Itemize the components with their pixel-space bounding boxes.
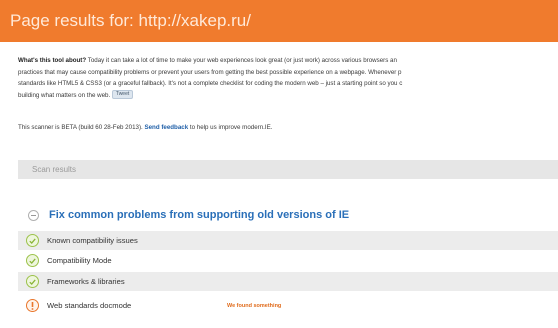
result-label: Web standards docmode: [47, 301, 132, 310]
intro-line-4-text: building what matters on the web.: [18, 91, 111, 99]
check-circle-icon: [26, 254, 39, 267]
intro-text: What's this tool about? Today it can tak…: [18, 55, 558, 101]
tweet-button[interactable]: Tweet: [111, 90, 134, 100]
check-circle-icon: [26, 234, 39, 247]
result-label: Frameworks & libraries: [47, 277, 125, 286]
beta-notice: This scanner is BETA (build 60 28-Feb 20…: [18, 123, 558, 133]
scan-results-bar[interactable]: Scan results: [18, 160, 558, 179]
beta-prefix: This scanner is BETA (build 60 28-Feb 20…: [18, 124, 143, 131]
collapse-icon[interactable]: [28, 209, 39, 221]
intro-line-4: building what matters on the web. Tweet: [18, 90, 558, 102]
send-feedback-link[interactable]: Send feedback: [144, 124, 188, 131]
beta-suffix: to help us improve modern.IE.: [189, 124, 273, 131]
result-label: Known compatibility issues: [47, 236, 138, 245]
result-row-compatibility-mode[interactable]: Compatibility Mode: [18, 251, 558, 270]
intro-line-3: standards like HTML5 & CSS3 (or a gracef…: [18, 80, 403, 87]
section-header[interactable]: Fix common problems from supporting old …: [28, 205, 558, 225]
result-label: Compatibility Mode: [47, 256, 112, 265]
section-title: Fix common problems from supporting old …: [49, 209, 350, 221]
check-circle-icon: [26, 275, 39, 288]
result-row-frameworks[interactable]: Frameworks & libraries: [18, 272, 558, 291]
intro-question: What's this tool about?: [18, 57, 87, 64]
result-status: We found something: [227, 302, 282, 309]
intro-line-1-text: Today it can take a lot of time to make …: [87, 57, 397, 64]
intro-line-1: What's this tool about? Today it can tak…: [18, 55, 558, 67]
warning-circle-icon: [26, 299, 39, 312]
page-title: Page results for: http://xakep.ru/: [0, 0, 558, 42]
intro-line-2: practices that may cause compatibility p…: [18, 68, 402, 76]
result-row-web-standards-docmode[interactable]: Web standards docmode We found something: [18, 296, 558, 315]
result-row-known-compatibility[interactable]: Known compatibility issues: [18, 231, 558, 250]
